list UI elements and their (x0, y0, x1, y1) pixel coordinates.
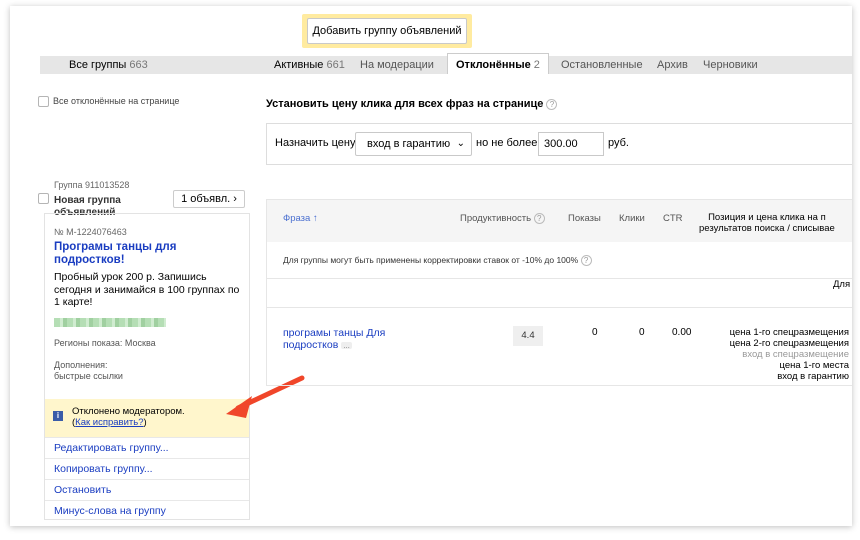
currency-label: руб. (608, 137, 629, 149)
how-to-fix-link[interactable]: Как исправить? (75, 417, 143, 428)
ad-extensions: Дополнения: быстрые ссылки (54, 360, 123, 381)
sort-arrow-icon: ↑ (312, 213, 318, 224)
tab-archive[interactable]: Архив (657, 56, 688, 74)
assign-price-label: Назначить цену (275, 137, 356, 149)
tab-drafts[interactable]: Черновики (703, 56, 758, 74)
price-strategy-select[interactable]: вход в гарантию ⌄ (355, 132, 472, 156)
column-clicks: Клики (619, 213, 645, 224)
add-group-highlight: Добавить группу объявлений (302, 14, 472, 48)
info-icon: i (53, 411, 63, 421)
productivity-value: 4.4 (513, 326, 543, 346)
more-icon[interactable]: ... (341, 341, 352, 349)
help-icon[interactable]: ? (580, 255, 592, 267)
ad-regions: Регионы показа: Москва (54, 338, 156, 348)
ad-preview: № M-1224076463 Програмы танцы для подрос… (44, 213, 250, 520)
divider (267, 307, 852, 308)
tab-all-groups[interactable]: Все группы 663 (69, 56, 148, 74)
tab-stopped[interactable]: Остановленные (561, 56, 643, 74)
column-ctr: CTR (663, 213, 683, 224)
copy-group-link[interactable]: Копировать группу... (45, 458, 249, 479)
chevron-down-icon: ⌄ (456, 138, 465, 149)
table-header: Фраза ↑ Продуктивность ? Показы Клики CT… (267, 200, 852, 242)
rejected-message: Отклонено модератором. (72, 406, 185, 417)
status-tabs: Все группы 663 Активные 661 На модерации… (40, 53, 852, 74)
chevron-right-icon: › (233, 193, 237, 205)
for-label: Для (833, 279, 851, 290)
stop-group-link[interactable]: Остановить (45, 479, 249, 500)
app-window: Добавить группу объявлений Все группы 66… (10, 6, 852, 526)
ad-text: Пробный урок 200 р. Запишись сегодня и з… (54, 271, 240, 308)
column-phrase[interactable]: Фраза ↑ (283, 213, 318, 224)
bid-adjustments-note: Для группы могут быть применены корректи… (283, 255, 592, 267)
tab-active[interactable]: Активные 661 (274, 56, 345, 74)
group-checkbox[interactable] (38, 193, 49, 204)
column-shows: Показы (568, 213, 601, 224)
select-all-label: Все отклонённые на странице (53, 96, 180, 106)
edit-group-link[interactable]: Редактировать группу... (45, 437, 249, 458)
bulk-price-title: Установить цену клика для всех фраз на с… (266, 98, 558, 110)
ad-title-link[interactable]: Програмы танцы для подростков! (54, 241, 244, 267)
column-position-price: Позиция и цена клика на п результатов по… (699, 212, 835, 234)
bid-positions: цена 1-го спецразмещения цена 2-го спецр… (729, 327, 849, 382)
bulk-price-panel: Назначить цену вход в гарантию ⌄ но не б… (266, 123, 852, 165)
phrases-table: Фраза ↑ Продуктивность ? Показы Клики CT… (266, 199, 852, 386)
shows-value: 0 (592, 327, 598, 338)
group-number: Группа 911013528 (54, 180, 130, 190)
divider (267, 278, 852, 279)
column-productivity: Продуктивность ? (460, 213, 545, 224)
ads-count-button[interactable]: 1 объявл. › (173, 190, 245, 208)
ad-display-url-blurred (54, 318, 166, 327)
help-icon[interactable]: ? (533, 213, 545, 224)
add-ad-group-button[interactable]: Добавить группу объявлений (307, 18, 467, 44)
tab-on-moderation[interactable]: На модерации (360, 56, 434, 74)
help-icon[interactable]: ? (546, 98, 558, 110)
ad-group-card: Группа 911013528 Новая группа объявлений… (38, 178, 250, 520)
rejected-notice: i Отклонено модератором. (Как исправить?… (45, 399, 249, 437)
select-all-rejected[interactable]: Все отклонённые на странице (38, 96, 180, 108)
ad-number: № M-1224076463 (54, 227, 127, 237)
max-price-input[interactable] (538, 132, 604, 156)
group-minus-words-link[interactable]: Минус-слова на группу (45, 500, 249, 521)
select-all-checkbox[interactable] (38, 96, 49, 108)
phrase-link[interactable]: програмы танцы Для подростков ... (283, 327, 403, 351)
max-price-label: но не более (476, 137, 538, 149)
tab-rejected[interactable]: Отклонённые 2 (447, 53, 549, 74)
